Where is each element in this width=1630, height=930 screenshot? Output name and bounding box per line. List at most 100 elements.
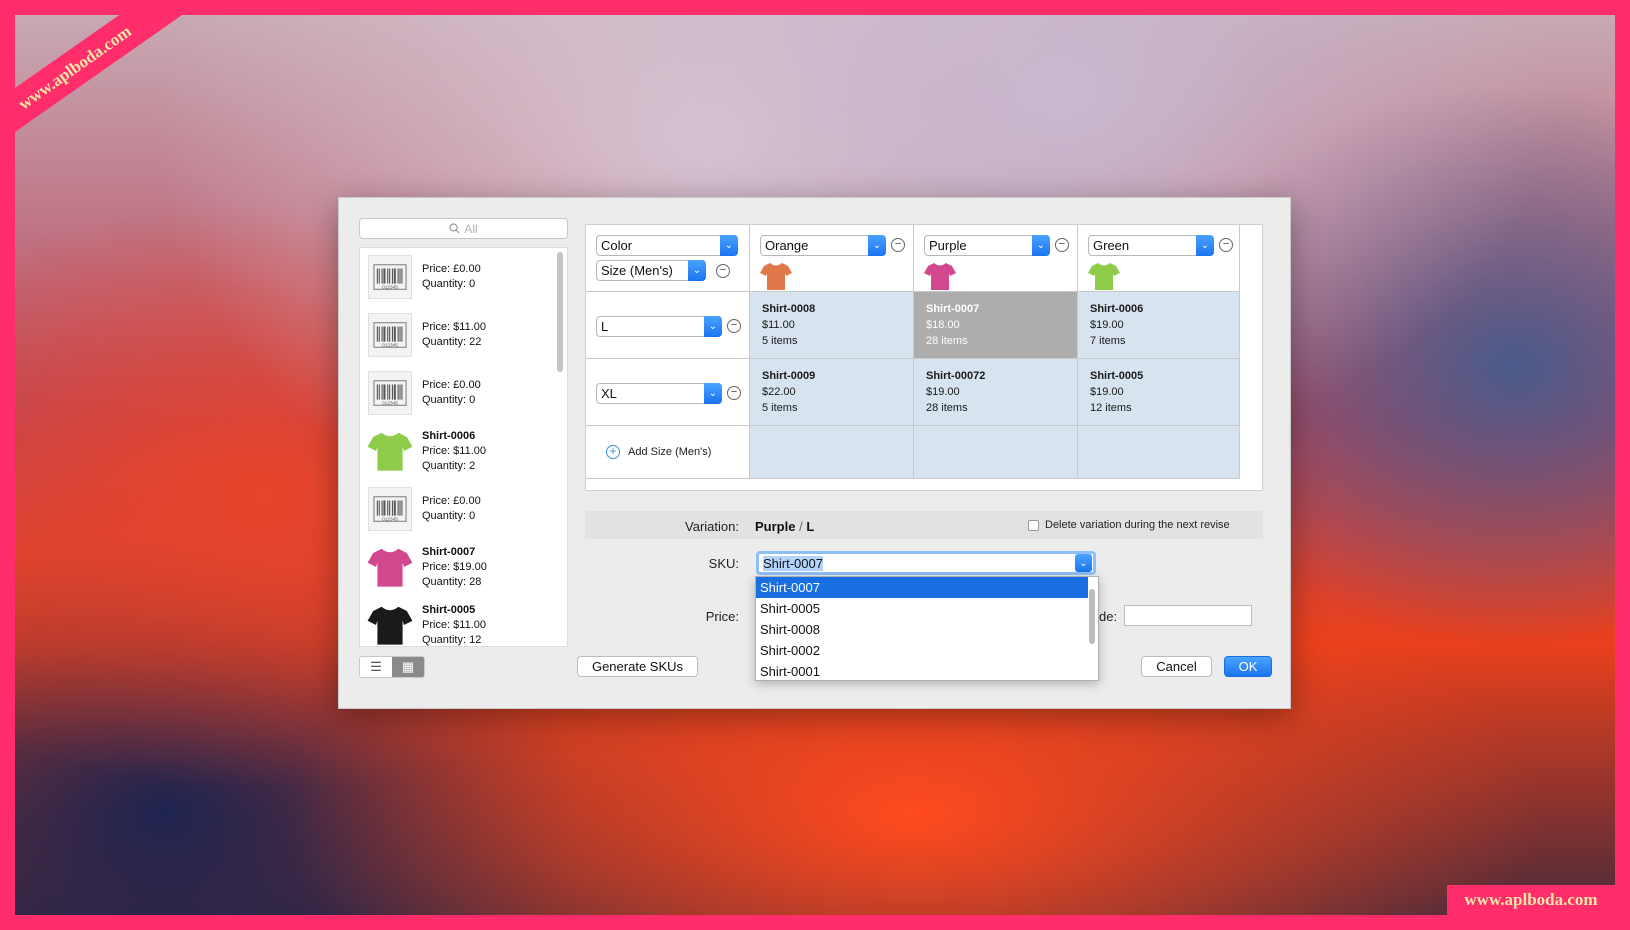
add-size-button[interactable]: + Add Size (Men's)	[606, 445, 711, 459]
item-name: Shirt-0005	[422, 603, 476, 616]
item-info: Price: £0.00 Quantity: 0	[422, 378, 481, 408]
grid-view-icon[interactable]: ▦	[392, 657, 424, 677]
cell-price: $19.00	[1090, 319, 1124, 331]
sku-option[interactable]: Shirt-0002	[756, 640, 1088, 661]
sku-option[interactable]: Shirt-0007	[756, 577, 1088, 598]
variation-cell[interactable]: Shirt-0006 $19.00 7 items	[1078, 292, 1240, 359]
orange-shirt-icon	[760, 261, 792, 291]
list-item[interactable]: 012345 Price: $11.00 Quantity: 22	[364, 310, 544, 360]
chevron-down-icon: ⌄	[1032, 235, 1050, 256]
row-attribute-select[interactable]: Color ⌄	[596, 235, 738, 256]
list-item[interactable]: 012345 Price: £0.00 Quantity: 0	[364, 368, 544, 418]
cell-items: 28 items	[926, 402, 968, 414]
item-quantity: Quantity: 0	[422, 278, 476, 290]
remove-color-icon[interactable]: −	[891, 238, 905, 252]
purple-shirt-icon	[924, 261, 956, 291]
item-info: Shirt-0007 Price: $19.00 Quantity: 28	[422, 545, 487, 590]
cell-price: $19.00	[1090, 386, 1124, 398]
list-item[interactable]: 012345 Price: £0.00 Quantity: 0	[364, 484, 544, 534]
color-value: Orange	[765, 238, 809, 253]
chevron-down-icon: ⌄	[868, 235, 886, 256]
color-header-orange: Orange ⌄ −	[750, 225, 914, 292]
variation-cell[interactable]: Shirt-0008 $11.00 5 items	[750, 292, 914, 359]
color-select[interactable]: Purple ⌄	[924, 235, 1050, 256]
checkbox-box[interactable]	[1028, 519, 1039, 531]
item-price: Price: $11.00	[422, 444, 487, 457]
item-quantity: Quantity: 0	[422, 510, 476, 522]
size-select[interactable]: XL ⌄	[596, 383, 722, 404]
item-info: Price: £0.00 Quantity: 0	[422, 494, 481, 524]
sku-dropdown[interactable]: Shirt-0007 Shirt-0005 Shirt-0008 Shirt-0002…	[755, 576, 1099, 681]
row-attribute-value: Color	[601, 238, 633, 253]
color-header-green: Green ⌄ −	[1078, 225, 1240, 292]
ok-button[interactable]: OK	[1224, 656, 1272, 677]
color-value: Purple	[929, 238, 967, 253]
svg-text:012345: 012345	[382, 284, 398, 290]
cell-sku: Shirt-0005	[1090, 370, 1144, 382]
sku-value[interactable]: Shirt-0007	[763, 555, 823, 571]
item-info: Price: £0.00 Quantity: 0	[422, 262, 481, 292]
cell-sku: Shirt-0008	[762, 303, 816, 315]
generate-skus-button[interactable]: Generate SKUs	[577, 656, 698, 677]
empty-cell	[914, 426, 1078, 479]
color-value: Green	[1093, 238, 1130, 253]
black-shirt-icon	[364, 600, 416, 646]
list-item[interactable]: 012345 Price: £0.00 Quantity: 0	[364, 252, 544, 302]
item-quantity: Quantity: 28	[422, 575, 482, 588]
item-name: Shirt-0007	[422, 545, 476, 558]
item-quantity: Quantity: 12	[422, 633, 482, 646]
color-header-purple: Purple ⌄ −	[914, 225, 1078, 292]
list-item[interactable]: Shirt-0006 Price: $11.00 Quantity: 2	[364, 426, 544, 476]
cell-sku: Shirt-0007	[926, 303, 980, 315]
item-quantity: Quantity: 0	[422, 394, 476, 406]
sku-combobox[interactable]: Shirt-0007 ⌄	[756, 551, 1096, 575]
add-size-label: Add Size (Men's)	[628, 446, 712, 458]
cell-items: 12 items	[1090, 402, 1132, 414]
size-select[interactable]: L ⌄	[596, 316, 722, 337]
remove-color-icon[interactable]: −	[1219, 238, 1233, 252]
item-list[interactable]: 012345 Price: £0.00 Quantity: 0 012345 Price…	[359, 247, 568, 647]
cancel-button[interactable]: Cancel	[1141, 656, 1212, 677]
sku-option[interactable]: Shirt-0001	[756, 661, 1088, 680]
dropdown-scrollbar[interactable]	[1089, 589, 1095, 644]
remove-color-icon[interactable]: −	[1055, 238, 1069, 252]
green-shirt-icon	[364, 426, 416, 476]
price-label: Price:	[705, 609, 739, 624]
variation-value: Purple / L	[755, 519, 814, 534]
watermark-corner: www.aplboda.com	[1447, 885, 1615, 915]
variation-cell[interactable]: Shirt-0007 $18.00 28 items	[914, 292, 1078, 359]
variation-cell[interactable]: Shirt-0009 $22.00 5 items	[750, 359, 914, 426]
delete-variation-checkbox[interactable]: Delete variation during the next revise	[1028, 519, 1230, 531]
item-price: Price: $19.00	[422, 560, 487, 573]
code-field[interactable]	[1124, 605, 1252, 626]
chevron-down-icon[interactable]: ⌄	[1075, 554, 1092, 572]
sku-option[interactable]: Shirt-0005	[756, 598, 1088, 619]
item-price: Price: £0.00	[422, 379, 481, 391]
remove-attribute-icon[interactable]: −	[716, 264, 730, 278]
cell-items: 5 items	[762, 402, 798, 414]
view-toggle: ☰ ▦	[359, 656, 425, 678]
variation-size: L	[806, 519, 815, 534]
variation-cell[interactable]: Shirt-0005 $19.00 12 items	[1078, 359, 1240, 426]
search-field[interactable]: All	[359, 218, 568, 239]
remove-size-icon[interactable]: −	[727, 386, 741, 400]
list-view-icon[interactable]: ☰	[360, 657, 392, 677]
variation-color: Purple	[755, 519, 796, 534]
variation-cell[interactable]: Shirt-00072 $19.00 28 items	[914, 359, 1078, 426]
col-attribute-select[interactable]: Size (Men's) ⌄	[596, 260, 706, 281]
empty-cell	[750, 426, 914, 479]
list-item[interactable]: Shirt-0007 Price: $19.00 Quantity: 28	[364, 542, 544, 592]
item-quantity: Quantity: 2	[422, 459, 476, 472]
cell-price: $18.00	[926, 319, 960, 331]
list-scrollbar[interactable]	[557, 252, 563, 372]
color-select[interactable]: Green ⌄	[1088, 235, 1214, 256]
remove-size-icon[interactable]: −	[727, 319, 741, 333]
size-row-header: XL ⌄ −	[586, 359, 750, 426]
sku-option[interactable]: Shirt-0008	[756, 619, 1088, 640]
search-placeholder: All	[464, 221, 478, 236]
color-select[interactable]: Orange ⌄	[760, 235, 886, 256]
item-info: Shirt-0006 Price: $11.00 Quantity: 2	[422, 429, 486, 474]
col-attribute-value: Size (Men's)	[601, 263, 673, 278]
cell-items: 7 items	[1090, 335, 1126, 347]
list-item[interactable]: Shirt-0005 Price: $11.00 Quantity: 12	[364, 600, 544, 646]
